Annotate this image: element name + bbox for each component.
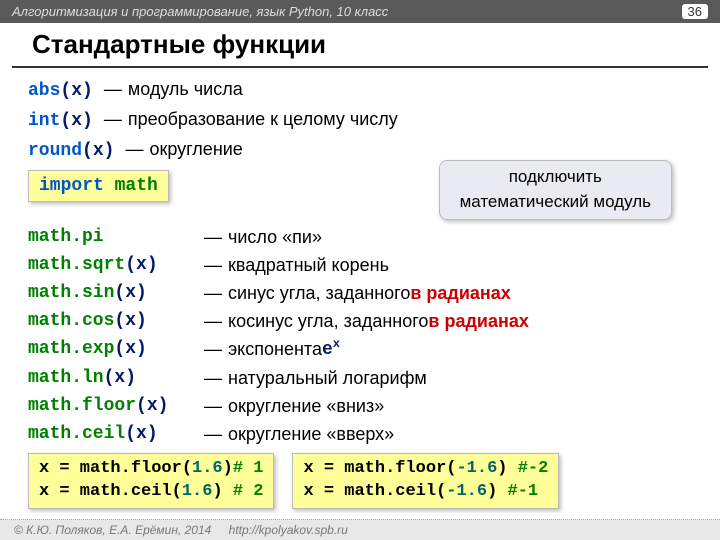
example-right: x = math.floor(-1.6) #-2 x = math.ceil(-… bbox=[292, 453, 559, 509]
fn-pi: math.pi —число «пи» bbox=[28, 224, 692, 250]
footer: © К.Ю. Поляков, Е.А. Ерёмин, 2014 http:/… bbox=[0, 519, 720, 540]
fn-abs: abs(x) —модуль числа bbox=[28, 76, 692, 104]
content: abs(x) —модуль числа int(x) —преобразова… bbox=[0, 76, 720, 509]
copyright: © К.Ю. Поляков, Е.А. Ерёмин, 2014 bbox=[14, 523, 211, 537]
page-title: Стандартные функции bbox=[12, 23, 708, 68]
header-bar: Алгоритмизация и программирование, язык … bbox=[0, 0, 720, 23]
fn-ceil: math.ceil(x) —округление «вверх» bbox=[28, 421, 692, 447]
fn-floor: math.floor(x) —округление «вниз» bbox=[28, 393, 692, 419]
fn-cos: math.cos(x) —косинус угла, заданного в р… bbox=[28, 308, 692, 334]
fn-exp: math.exp(x) —экспонента ex bbox=[28, 336, 692, 363]
footer-url[interactable]: http://kpolyakov.spb.ru bbox=[229, 523, 348, 537]
callout-module: подключить математический модуль bbox=[439, 160, 672, 219]
fn-ln: math.ln(x) —натуральный логарифм bbox=[28, 365, 692, 391]
fn-sqrt: math.sqrt(x) —квадратный корень bbox=[28, 252, 692, 278]
course-title: Алгоритмизация и программирование, язык … bbox=[12, 4, 388, 19]
math-list: math.pi —число «пи» math.sqrt(x) —квадра… bbox=[28, 224, 692, 448]
examples: x = math.floor(1.6)# 1 x = math.ceil(1.6… bbox=[28, 453, 692, 509]
page-number: 36 bbox=[682, 4, 708, 19]
fn-sin: math.sin(x) —синус угла, заданного в рад… bbox=[28, 280, 692, 306]
example-left: x = math.floor(1.6)# 1 x = math.ceil(1.6… bbox=[28, 453, 274, 509]
fn-int: int(x) —преобразование к целому числу bbox=[28, 106, 692, 134]
import-box: import math bbox=[28, 170, 169, 202]
